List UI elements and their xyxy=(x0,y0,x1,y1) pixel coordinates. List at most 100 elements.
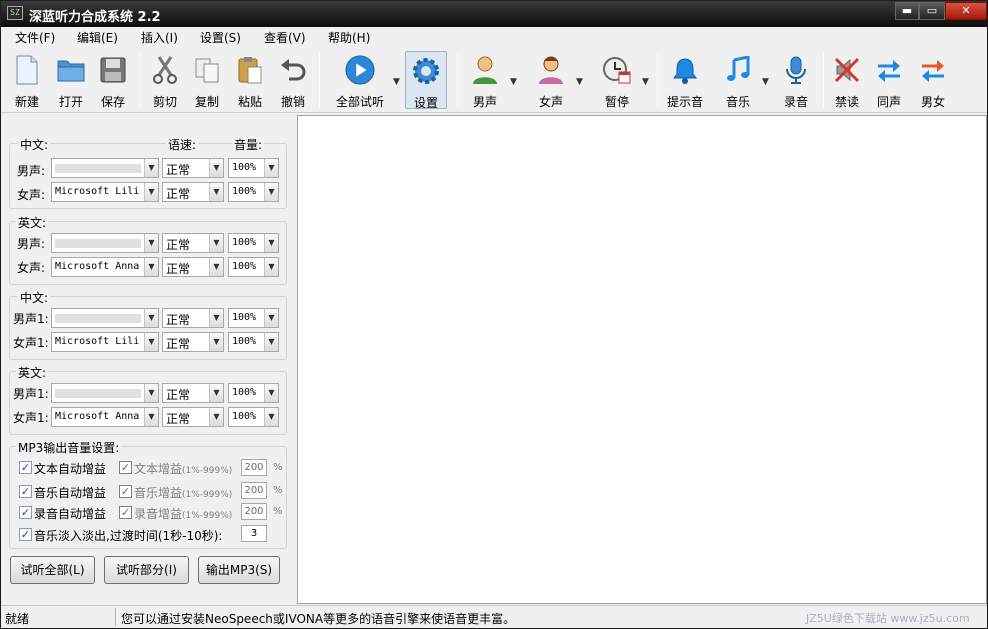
close-button[interactable]: ✕ xyxy=(945,2,987,20)
status-divider xyxy=(115,608,116,626)
text-auto-gain-checkbox[interactable]: ✓ xyxy=(19,461,32,474)
female-volume-select[interactable]: 100% ▼ xyxy=(228,182,279,202)
male-speed-select[interactable]: 正常 ▼ xyxy=(162,158,224,178)
export-mp3-button[interactable]: 输出MP3(S) xyxy=(198,556,280,584)
record-button[interactable]: 录音 xyxy=(776,51,816,109)
toolbar-separator xyxy=(319,53,320,107)
female-user-icon xyxy=(536,55,566,85)
female-speed-select[interactable]: 正常 ▼ xyxy=(162,182,224,202)
text-gain-checkbox[interactable]: ✓ xyxy=(119,461,132,474)
male-voice-dropdown[interactable]: ▼ xyxy=(510,77,518,87)
minimize-button[interactable]: ▬ xyxy=(895,2,919,20)
chevron-down-icon: ▼ xyxy=(144,408,158,426)
pause-dropdown[interactable]: ▼ xyxy=(642,77,650,87)
record-gain-checkbox[interactable]: ✓ xyxy=(119,506,132,519)
floppy-disk-icon xyxy=(98,55,128,85)
paste-button[interactable]: 粘贴 xyxy=(230,51,270,109)
female-engine-select[interactable]: Microsoft Lili ▼ xyxy=(51,182,159,202)
male-engine-select[interactable]: ▼ xyxy=(51,158,159,178)
female-speed-select[interactable]: 正常 ▼ xyxy=(162,332,224,352)
female-volume-select[interactable]: 100% ▼ xyxy=(228,407,279,427)
open-button[interactable]: 打开 xyxy=(51,51,91,109)
mp3-output-group: MP3输出音量设置: ✓ 文本自动增益 ✓ 文本增益(1%-999%) 200 … xyxy=(9,439,287,549)
menu-bar: 文件(F) 编辑(E) 插入(I) 设置(S) 查看(V) 帮助(H) xyxy=(1,27,987,47)
music-gain-input[interactable]: 200 xyxy=(241,482,267,499)
music-auto-gain-checkbox[interactable]: ✓ xyxy=(19,485,32,498)
male-volume-select[interactable]: 100% ▼ xyxy=(228,383,279,403)
male-volume-select[interactable]: 100% ▼ xyxy=(228,233,279,253)
text-gain-range: (1%-999%) xyxy=(182,466,233,476)
music-gain-checkbox[interactable]: ✓ xyxy=(119,485,132,498)
text-editor[interactable] xyxy=(297,115,987,604)
record-auto-gain-label: 录音自动增益 xyxy=(34,507,107,521)
menu-help[interactable]: 帮助(H) xyxy=(328,29,370,46)
music-auto-gain-label: 音乐自动增益 xyxy=(34,486,107,500)
same-voice-button[interactable]: 同声 xyxy=(869,51,909,109)
male-engine-select[interactable]: ▼ xyxy=(51,308,159,328)
settings-button[interactable]: 设置 xyxy=(405,51,447,110)
copy-button[interactable]: 复制 xyxy=(187,51,227,109)
male-volume-select[interactable]: 100% ▼ xyxy=(228,308,279,328)
undo-button[interactable]: 撤销 xyxy=(273,51,313,109)
cut-button[interactable]: 剪切 xyxy=(145,51,185,109)
music-button[interactable]: 音乐 xyxy=(718,51,758,109)
female-volume-select[interactable]: 100% ▼ xyxy=(228,332,279,352)
female-engine-select[interactable]: Microsoft Lili ▼ xyxy=(51,332,159,352)
female-speed-select[interactable]: 正常 ▼ xyxy=(162,257,224,277)
male-user-icon xyxy=(470,55,500,85)
pause-button[interactable]: 暂停 xyxy=(597,51,637,109)
text-gain-input[interactable]: 200 xyxy=(241,459,267,476)
male-speed-select[interactable]: 正常 ▼ xyxy=(162,383,224,403)
prompt-tone-button[interactable]: 提示音 xyxy=(665,51,705,109)
title-bar[interactable]: SZ 深蓝听力合成系统 2.2 ▬ ▭ ✕ xyxy=(1,1,987,27)
record-gain-input[interactable]: 200 xyxy=(241,503,267,520)
female-voice-button[interactable]: 女声 xyxy=(531,51,571,109)
male-engine-select[interactable]: ▼ xyxy=(51,383,159,403)
chevron-down-icon: ▼ xyxy=(264,183,278,201)
menu-edit[interactable]: 编辑(E) xyxy=(77,29,118,46)
text-auto-gain-label: 文本自动增益 xyxy=(34,462,107,476)
record-auto-gain-checkbox[interactable]: ✓ xyxy=(19,506,32,519)
menu-settings[interactable]: 设置(S) xyxy=(200,29,241,46)
gear-icon xyxy=(411,56,441,86)
female-speed-select[interactable]: 正常 ▼ xyxy=(162,407,224,427)
folder-open-icon xyxy=(56,55,86,85)
play-circle-icon xyxy=(345,55,375,85)
menu-file[interactable]: 文件(F) xyxy=(15,29,55,46)
female-voice-dropdown[interactable]: ▼ xyxy=(576,77,584,87)
play-part-button[interactable]: 试听部分(I) xyxy=(104,556,189,584)
male-volume-select[interactable]: 100% ▼ xyxy=(228,158,279,178)
chevron-down-icon: ▼ xyxy=(209,408,223,426)
save-button[interactable]: 保存 xyxy=(93,51,133,109)
play-all-dropdown[interactable]: ▼ xyxy=(393,77,401,87)
female-engine-select[interactable]: Microsoft Anna ▼ xyxy=(51,257,159,277)
play-all-button[interactable]: 全部试听 xyxy=(331,51,389,109)
male-speed-select[interactable]: 正常 ▼ xyxy=(162,233,224,253)
voice-settings-panel: 中文: 语速: 音量: 男声: ▼ 正常 ▼ 100% ▼ 女声: Microsof… xyxy=(1,114,297,605)
mute-icon xyxy=(832,55,862,85)
chevron-down-icon: ▼ xyxy=(209,159,223,177)
fade-time-input[interactable]: 3 xyxy=(241,525,267,542)
male-engine-select[interactable]: ▼ xyxy=(51,233,159,253)
status-state: 就绪 xyxy=(5,612,30,626)
maximize-button[interactable]: ▭ xyxy=(919,2,945,20)
music-dropdown[interactable]: ▼ xyxy=(762,77,770,87)
chevron-down-icon: ▼ xyxy=(209,234,223,252)
female-volume-select[interactable]: 100% ▼ xyxy=(228,257,279,277)
toolbar-separator xyxy=(823,53,824,107)
window-title: 深蓝听力合成系统 2.2 xyxy=(29,10,161,25)
record-gain-range: (1%-999%) xyxy=(182,511,233,521)
volume-header: 音量: xyxy=(232,136,265,153)
chevron-down-icon: ▼ xyxy=(264,258,278,276)
mute-read-button[interactable]: 禁读 xyxy=(827,51,867,109)
play-all-text-button[interactable]: 试听全部(L) xyxy=(10,556,95,584)
new-button[interactable]: 新建 xyxy=(7,51,47,109)
male-female-button[interactable]: 男女 xyxy=(912,51,954,109)
music-fade-checkbox[interactable]: ✓ xyxy=(19,528,32,541)
male-speed-select[interactable]: 正常 ▼ xyxy=(162,308,224,328)
watermark: JZ5U绿色下载站 www.jz5u.com xyxy=(806,612,970,625)
menu-view[interactable]: 查看(V) xyxy=(264,29,306,46)
male-voice-button[interactable]: 男声 xyxy=(465,51,505,109)
female-engine-select[interactable]: Microsoft Anna ▼ xyxy=(51,407,159,427)
menu-insert[interactable]: 插入(I) xyxy=(141,29,178,46)
